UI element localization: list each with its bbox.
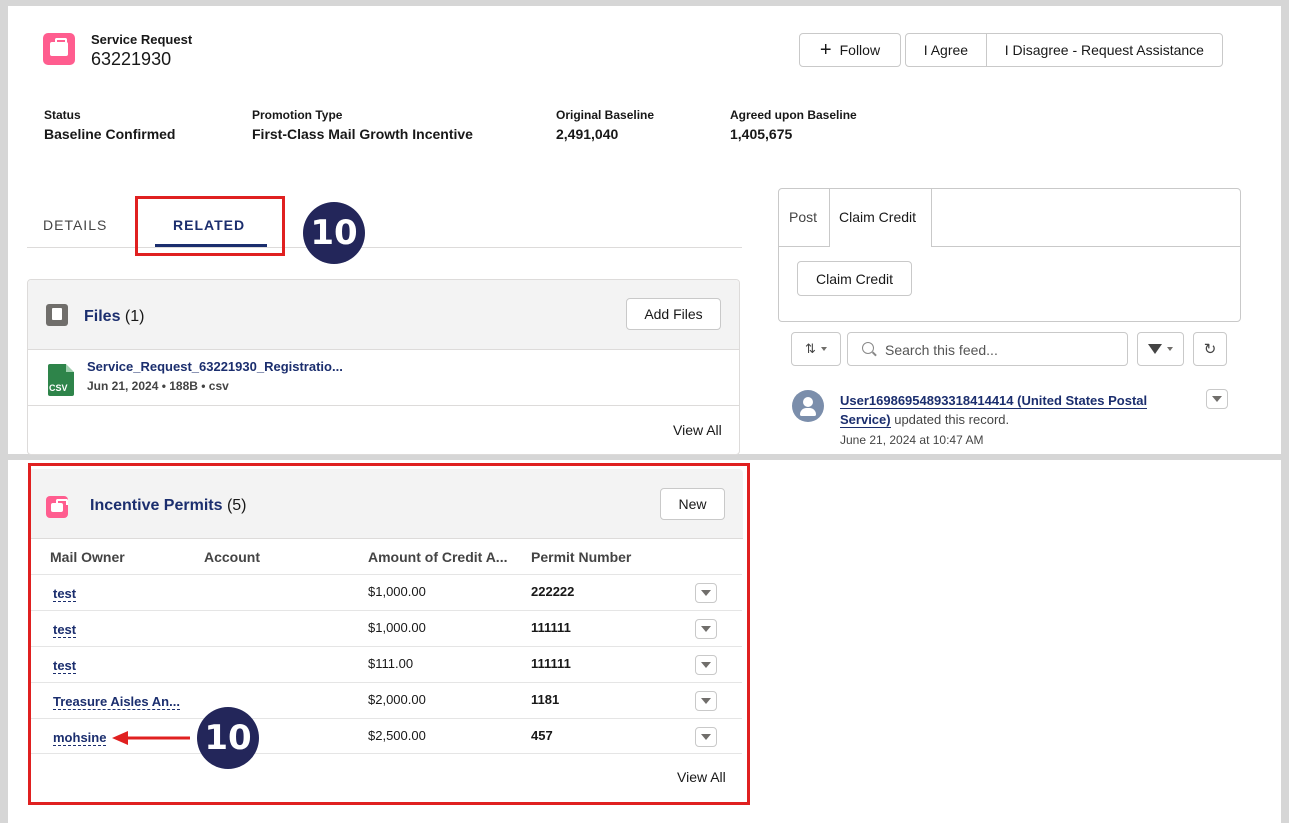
search-placeholder: Search this feed... [885, 342, 998, 358]
service-request-icon [43, 33, 75, 65]
files-icon [46, 304, 68, 326]
tab-post[interactable]: Post [789, 209, 817, 225]
highlight-original-baseline: Original Baseline 2,491,040 [556, 108, 655, 142]
sort-icon: ⇅ [805, 341, 816, 356]
filter-icon [1148, 344, 1162, 354]
files-title: Files (1) [84, 308, 145, 325]
files-card: Files (1) Add Files CSV Service_Request_… [27, 279, 740, 455]
feed-item-menu-button[interactable] [1206, 389, 1228, 409]
feed-item-text: User16986954893318414414 (United States … [840, 391, 1185, 429]
sort-feed-button[interactable]: ⇅ [791, 332, 841, 366]
refresh-icon: ↻ [1203, 341, 1217, 358]
add-files-button[interactable]: Add Files [626, 298, 721, 330]
user-avatar [792, 390, 824, 422]
highlight-promotion-type: Promotion Type First-Class Mail Growth I… [252, 108, 473, 142]
files-footer-divider [28, 405, 739, 406]
record-title: 63221930 [91, 49, 172, 69]
record-page-bottom: Incentive Permits (5) New Mail Owner Acc… [8, 460, 1281, 823]
chevron-down-icon [1212, 396, 1222, 402]
highlight-status: Status Baseline Confirmed [44, 108, 176, 142]
follow-button[interactable]: + Follow [799, 33, 901, 67]
feed-search-input[interactable]: Search this feed... [847, 332, 1128, 366]
tab-claim-credit[interactable]: Claim Credit [839, 209, 916, 225]
chevron-down-icon [1167, 347, 1173, 351]
action-button-group: I Agree I Disagree - Request Assistance [905, 33, 1223, 67]
record-page-top: Service Request 63221930 + Follow I Agre… [8, 6, 1281, 455]
filter-feed-button[interactable] [1137, 332, 1184, 366]
agree-button[interactable]: I Agree [906, 34, 986, 66]
disagree-button[interactable]: I Disagree - Request Assistance [985, 34, 1222, 66]
tab-details[interactable]: DETAILS [43, 217, 107, 233]
claim-credit-button[interactable]: Claim Credit [797, 261, 912, 296]
csv-file-icon: CSV [48, 364, 74, 396]
publisher-box: Post Claim Credit Claim Credit [778, 188, 1241, 322]
highlight-box-incentive-permits [28, 463, 750, 805]
file-meta: Jun 21, 2024 • 188B • csv [87, 379, 229, 393]
files-view-all-link[interactable]: View All [673, 422, 722, 438]
object-type-label: Service Request [91, 32, 193, 47]
highlight-agreed-baseline: Agreed upon Baseline 1,405,675 [730, 108, 857, 142]
search-icon-handle [872, 351, 877, 357]
step-callout: 10 [303, 202, 365, 264]
chevron-down-icon [820, 347, 827, 351]
feed-action-text: updated this record. [894, 412, 1010, 427]
feed-timestamp[interactable]: June 21, 2024 at 10:47 AM [840, 433, 983, 447]
refresh-feed-button[interactable]: ↻ [1193, 332, 1227, 366]
files-card-header: Files (1) Add Files [28, 280, 739, 350]
file-name-link[interactable]: Service_Request_63221930_Registratio... [87, 359, 343, 374]
highlight-box-related-tab [135, 196, 285, 256]
plus-icon: + [819, 39, 832, 61]
